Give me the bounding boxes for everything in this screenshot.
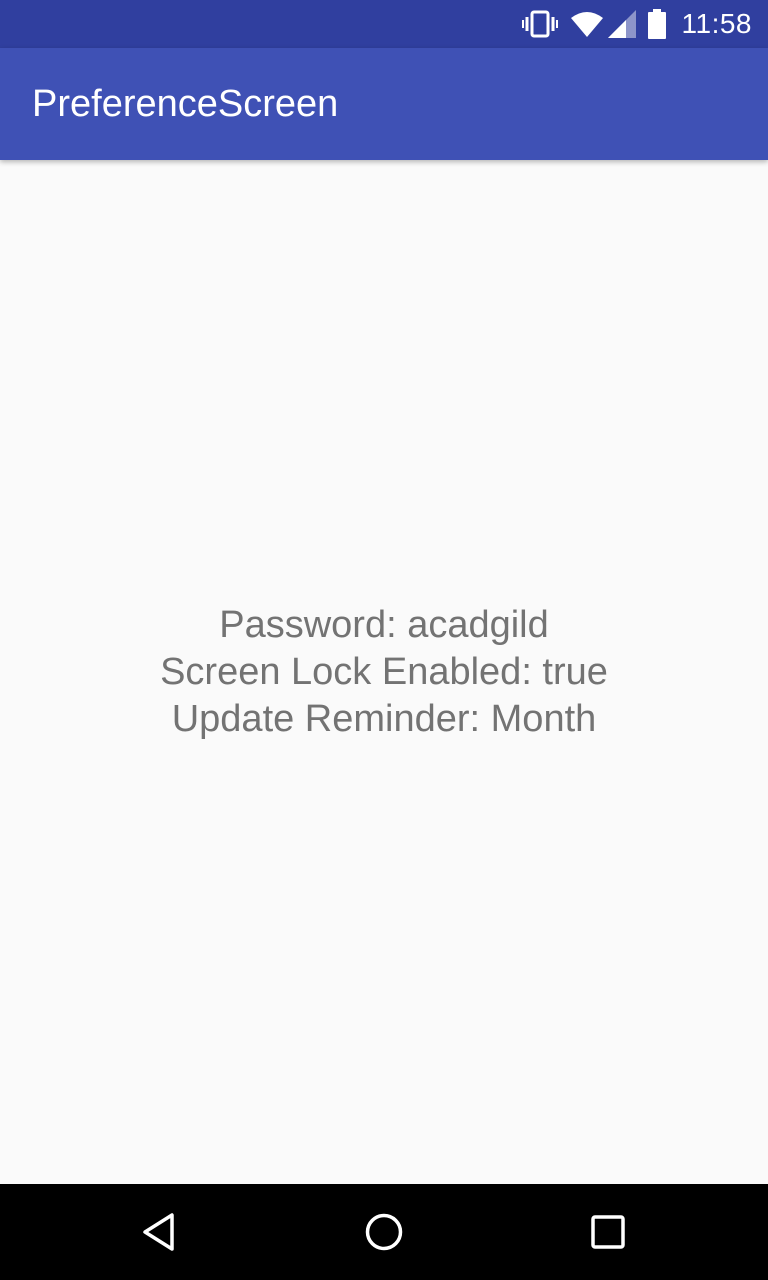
recents-button[interactable] <box>576 1200 640 1264</box>
battery-icon <box>647 9 666 39</box>
recents-icon <box>591 1215 625 1249</box>
back-icon <box>143 1213 174 1251</box>
wifi-icon <box>570 10 604 38</box>
status-clock: 11:58 <box>681 8 752 39</box>
password-line: Password: acadgild <box>219 603 549 646</box>
app-title: PreferenceScreen <box>32 82 339 125</box>
status-bar: 11:58 <box>0 0 768 48</box>
back-button[interactable] <box>128 1200 192 1264</box>
vibrate-icon <box>521 9 558 39</box>
main-content: Password: acadgild Screen Lock Enabled: … <box>0 160 768 1184</box>
preferences-summary: Password: acadgild Screen Lock Enabled: … <box>160 602 608 743</box>
home-icon <box>365 1213 403 1251</box>
navigation-bar <box>0 1184 768 1280</box>
home-button[interactable] <box>352 1200 416 1264</box>
app-bar: PreferenceScreen <box>0 48 768 160</box>
screen-lock-line: Screen Lock Enabled: true <box>160 650 608 693</box>
update-reminder-line: Update Reminder: Month <box>171 697 597 740</box>
signal-icon <box>607 10 636 38</box>
